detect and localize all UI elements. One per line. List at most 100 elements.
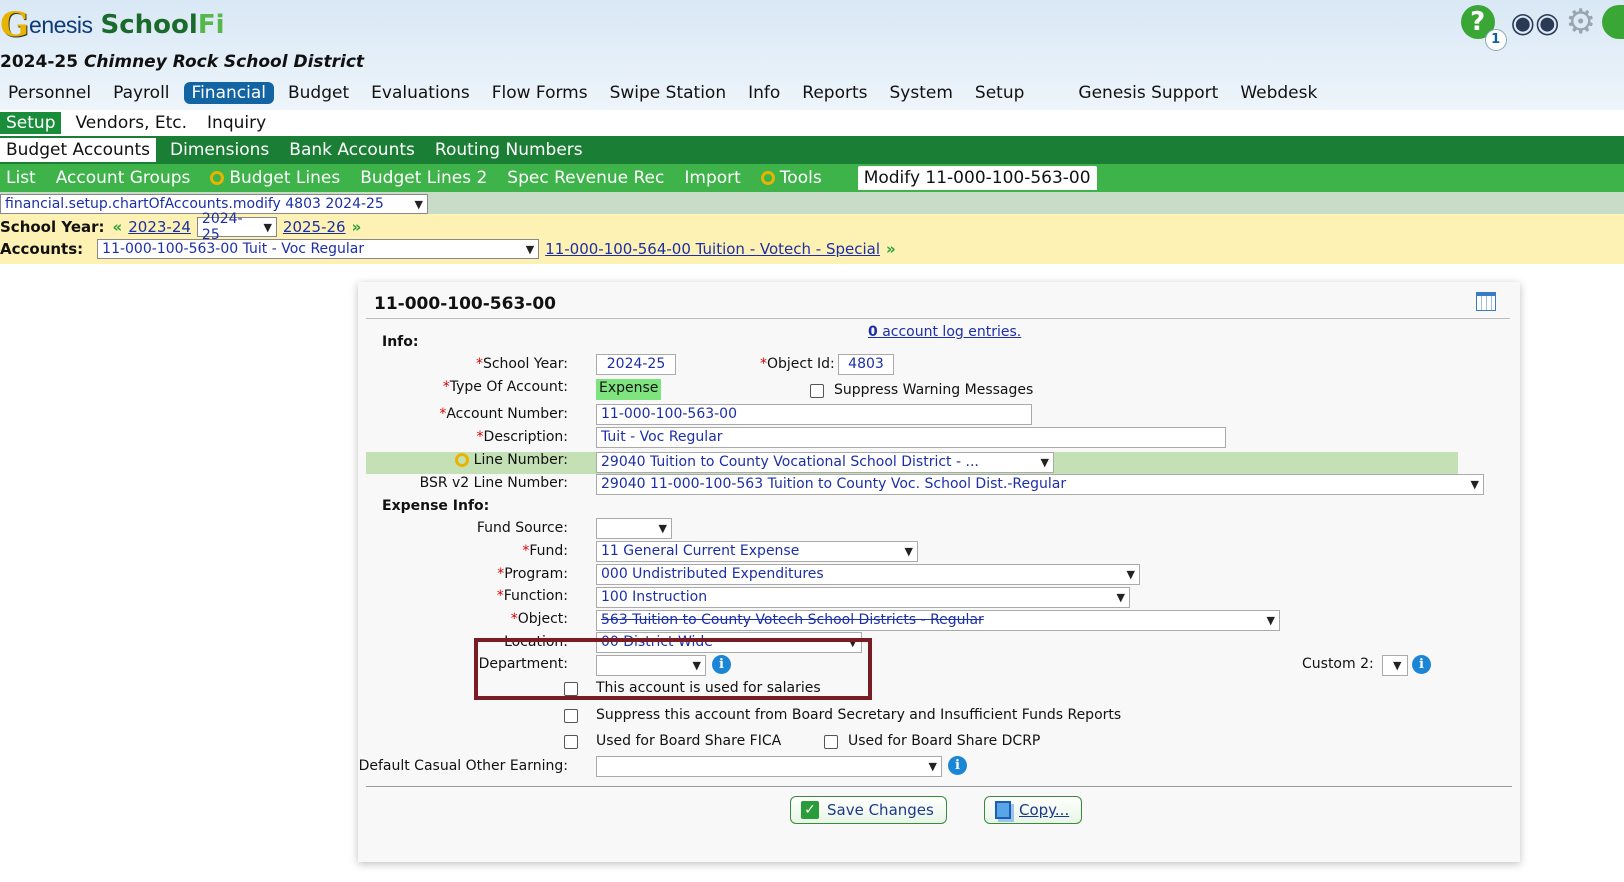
accounts-row: Accounts: 11-000-100-563-00 Tuit - Voc R… bbox=[0, 238, 902, 260]
description-label: *Description: bbox=[476, 429, 568, 445]
account-number-label: *Account Number: bbox=[439, 406, 568, 422]
nav-flow-forms[interactable]: Flow Forms bbox=[484, 82, 596, 104]
custom-2-info-icon[interactable]: i bbox=[1412, 655, 1431, 674]
tab-modify-account[interactable]: Modify 11-000-100-563-00 bbox=[857, 166, 1097, 190]
tab-tools[interactable]: Tools bbox=[755, 166, 828, 190]
next-account-icon[interactable]: » bbox=[886, 240, 896, 258]
prev-year-icon[interactable]: « bbox=[113, 218, 123, 236]
panel-title: 11-000-100-563-00 bbox=[374, 294, 556, 314]
nav-system[interactable]: System bbox=[882, 82, 961, 104]
copy-button[interactable]: Copy... bbox=[984, 796, 1083, 824]
chevron-down-icon: ▼ bbox=[1266, 614, 1275, 627]
expense-info-heading: Expense Info: bbox=[382, 498, 490, 514]
chevron-down-icon: ▼ bbox=[263, 220, 272, 234]
default-casual-info-icon[interactable]: i bbox=[948, 756, 967, 775]
checkmark-icon: ✓ bbox=[801, 801, 819, 819]
genesis-g-icon bbox=[454, 453, 469, 467]
default-casual-select[interactable]: ▼ bbox=[596, 756, 942, 777]
highlight-annotation-box bbox=[474, 638, 872, 700]
nav-budget[interactable]: Budget bbox=[280, 82, 357, 104]
nav-webdesk[interactable]: Webdesk bbox=[1232, 82, 1325, 104]
top-icon-bar: ? 1 ◉◉ ⚙ bbox=[1460, 2, 1624, 51]
copy-icon bbox=[995, 801, 1011, 819]
logo-genesis: enesis bbox=[29, 11, 93, 38]
fica-checkbox[interactable] bbox=[564, 735, 578, 749]
tab-account-groups[interactable]: Account Groups bbox=[50, 166, 197, 190]
account-log-link[interactable]: 0 account log entries. bbox=[868, 324, 1021, 340]
chevron-down-icon: ▼ bbox=[525, 242, 535, 256]
bsr-line-number-select[interactable]: 29040 11-000-100-563 Tuition to County V… bbox=[596, 474, 1484, 495]
object-select[interactable]: 563 Tuition to County Votech School Dist… bbox=[596, 610, 1280, 631]
program-select[interactable]: 000 Undistributed Expenditures ▼ bbox=[596, 564, 1140, 585]
gear-icon[interactable]: ⚙ bbox=[1566, 2, 1596, 42]
chevron-down-icon: ▼ bbox=[928, 760, 937, 773]
help-icon[interactable]: ? 1 bbox=[1460, 5, 1507, 51]
chevron-down-icon: ▼ bbox=[1393, 659, 1402, 672]
nav-swipe-station[interactable]: Swipe Station bbox=[602, 82, 735, 104]
bottom-divider bbox=[366, 786, 1512, 787]
accounts-label: Accounts: bbox=[0, 240, 84, 258]
school-year-select[interactable]: 2024-25 ▼ bbox=[196, 211, 277, 243]
genesis-schoolfi-logo[interactable]: G enesis School Fi bbox=[0, 4, 225, 46]
account-select[interactable]: 11-000-100-563-00 Tuit - Voc Regular ▼ bbox=[97, 239, 540, 259]
header-area: G enesis School Fi 2024-25 Chimney Rock … bbox=[0, 0, 1624, 112]
chevron-down-icon: ▼ bbox=[414, 197, 423, 211]
nav-genesis-support[interactable]: Genesis Support bbox=[1070, 82, 1226, 104]
tab-spec-revenue-rec[interactable]: Spec Revenue Rec bbox=[501, 166, 670, 190]
nav-setup[interactable]: Setup bbox=[967, 82, 1032, 104]
tab-dimensions[interactable]: Dimensions bbox=[164, 138, 275, 162]
tab-inquiry[interactable]: Inquiry bbox=[201, 112, 272, 134]
tab-setup[interactable]: Setup bbox=[0, 112, 62, 134]
tab-bank-accounts[interactable]: Bank Accounts bbox=[283, 138, 421, 162]
nav-personnel[interactable]: Personnel bbox=[0, 82, 99, 104]
school-year-label: School Year: bbox=[0, 218, 105, 236]
line-number-select[interactable]: 29040 Tuition to County Vocational Schoo… bbox=[596, 452, 1054, 473]
tab-list[interactable]: List bbox=[0, 166, 42, 190]
tab-import[interactable]: Import bbox=[678, 166, 746, 190]
custom-2-select[interactable]: ▼ bbox=[1382, 655, 1408, 676]
tab-budget-lines[interactable]: Budget Lines bbox=[204, 166, 346, 190]
dcrp-checkbox[interactable] bbox=[824, 735, 838, 749]
default-casual-label: Default Casual Other Earning: bbox=[358, 758, 568, 774]
tab-budget-lines-2[interactable]: Budget Lines 2 bbox=[354, 166, 493, 190]
title-divider bbox=[366, 318, 1510, 319]
fund-label: *Fund: bbox=[522, 543, 568, 559]
chevron-down-icon: ▼ bbox=[1126, 568, 1135, 581]
nav-payroll[interactable]: Payroll bbox=[105, 82, 177, 104]
dcrp-label: Used for Board Share DCRP bbox=[848, 733, 1041, 749]
genesis-g-icon bbox=[760, 171, 775, 185]
save-changes-button[interactable]: ✓ Save Changes bbox=[790, 796, 947, 824]
binoculars-icon[interactable]: ◉◉ bbox=[1511, 6, 1560, 39]
district-title: 2024-25 Chimney Rock School District bbox=[0, 52, 365, 72]
next-account-link[interactable]: 11-000-100-564-00 Tuition - Votech - Spe… bbox=[545, 240, 880, 258]
tab-vendors[interactable]: Vendors, Etc. bbox=[69, 112, 193, 134]
prev-year-link[interactable]: 2023-24 bbox=[128, 218, 191, 236]
suppress-board-label: Suppress this account from Board Secreta… bbox=[596, 707, 1122, 723]
line-number-label: Line Number: bbox=[454, 452, 568, 468]
user-status-icon[interactable] bbox=[1602, 5, 1624, 39]
nav-financial[interactable]: Financial bbox=[183, 82, 274, 104]
next-year-icon[interactable]: » bbox=[352, 218, 362, 236]
help-count-badge: 1 bbox=[1484, 29, 1507, 51]
genesis-g-icon bbox=[210, 171, 225, 185]
calendar-icon[interactable] bbox=[1476, 292, 1496, 311]
suppress-warning-label: Suppress Warning Messages bbox=[834, 382, 1034, 398]
tab-budget-accounts[interactable]: Budget Accounts bbox=[0, 138, 157, 162]
logo-fi: Fi bbox=[197, 10, 225, 40]
next-year-link[interactable]: 2025-26 bbox=[283, 218, 346, 236]
suppress-warning-checkbox[interactable] bbox=[810, 384, 824, 398]
fund-select[interactable]: 11 General Current Expense ▼ bbox=[596, 541, 918, 562]
account-number-input[interactable]: 11-000-100-563-00 bbox=[596, 404, 1032, 425]
info-heading: Info: bbox=[382, 334, 419, 350]
nav-reports[interactable]: Reports bbox=[794, 82, 875, 104]
object-id-value: 4803 bbox=[838, 354, 894, 375]
fund-source-select[interactable]: ▼ bbox=[596, 518, 672, 539]
school-year-value: 2024-25 bbox=[596, 354, 676, 375]
function-select[interactable]: 100 Instruction ▼ bbox=[596, 587, 1130, 608]
fica-label: Used for Board Share FICA bbox=[596, 733, 782, 749]
description-input[interactable]: Tuit - Voc Regular bbox=[596, 427, 1226, 448]
suppress-board-checkbox[interactable] bbox=[564, 709, 578, 723]
nav-info[interactable]: Info bbox=[740, 82, 788, 104]
tab-routing-numbers[interactable]: Routing Numbers bbox=[429, 138, 589, 162]
nav-evaluations[interactable]: Evaluations bbox=[363, 82, 478, 104]
